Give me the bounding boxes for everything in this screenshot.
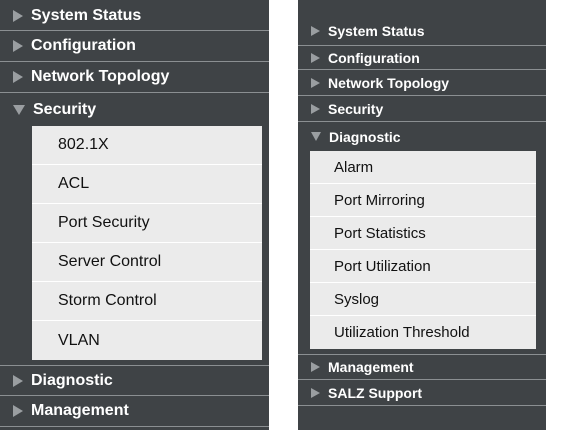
submenu-item-label: Storm Control [58,292,157,309]
nav-item-salz-support[interactable]: SALZ Support [298,380,546,406]
nav-item-system-status[interactable]: System Status [298,17,546,46]
triangle-right-icon [311,26,320,36]
nav-item-label: Network Topology [31,68,170,85]
triangle-right-icon [13,374,23,387]
nav-item-label: Diagnostic [329,128,401,145]
submenu-item-port-mirroring[interactable]: Port Mirroring [310,184,536,217]
submenu-item-utilization-threshold[interactable]: Utilization Threshold [310,316,536,349]
triangle-right-icon [311,387,320,398]
nav-item-configuration[interactable]: Configuration [298,46,546,70]
nav-item-security[interactable]: Security [298,96,546,122]
submenu-item-8021x[interactable]: 802.1X [32,126,262,165]
nav-item-label: Configuration [328,49,420,66]
submenu-item-alarm[interactable]: Alarm [310,151,536,184]
nav-item-label: Configuration [31,37,136,54]
submenu-item-label: Syslog [334,290,380,308]
nav-item-label: System Status [328,23,425,39]
security-submenu: 802.1X ACL Port Security Server Control … [32,126,262,360]
submenu-item-syslog[interactable]: Syslog [310,283,536,316]
submenu-item-storm-control[interactable]: Storm Control [32,282,262,321]
submenu-item-label: 802.1X [58,136,109,153]
nav-panel-security-expanded: System Status Configuration Network Topo… [0,0,269,430]
triangle-down-icon [311,132,321,141]
triangle-down-icon [13,104,25,115]
triangle-right-icon [13,71,23,83]
submenu-item-label: Port Security [58,214,150,231]
triangle-right-icon [311,362,320,372]
nav-item-label: SALZ Support [328,384,423,401]
nav-item-diagnostic[interactable]: Diagnostic [0,365,269,396]
nav-panel-diagnostic-expanded: System Status Configuration Network Topo… [298,0,546,430]
submenu-item-label: Port Utilization [334,257,431,275]
triangle-right-icon [13,10,23,22]
nav-item-label: Network Topology [328,74,450,91]
nav-item-management[interactable]: Management [0,396,269,427]
submenu-item-acl[interactable]: ACL [32,165,262,204]
nav-item-label: Diagnostic [31,371,113,389]
nav-item-label: Management [31,402,129,419]
submenu-item-label: Alarm [334,158,374,176]
submenu-item-server-control[interactable]: Server Control [32,243,262,282]
submenu-item-port-security[interactable]: Port Security [32,204,262,243]
submenu-item-label: ACL [58,175,90,192]
submenu-item-vlan[interactable]: VLAN [32,321,262,360]
submenu-item-port-statistics[interactable]: Port Statistics [310,217,536,250]
triangle-right-icon [311,77,320,88]
nav-item-network-topology[interactable]: Network Topology [298,70,546,96]
diagnostic-submenu: Alarm Port Mirroring Port Statistics Por… [310,151,536,349]
nav-item-management[interactable]: Management [298,354,546,380]
triangle-right-icon [311,52,320,63]
nav-item-system-status[interactable]: System Status [0,0,269,31]
nav-item-network-topology[interactable]: Network Topology [0,62,269,93]
submenu-item-label: VLAN [58,331,100,349]
nav-item-diagnostic[interactable]: Diagnostic [298,122,546,151]
triangle-right-icon [13,405,23,417]
submenu-item-label: Server Control [58,253,162,270]
nav-item-label: Security [33,100,97,118]
nav-item-label: Security [328,100,384,117]
submenu-item-port-utilization[interactable]: Port Utilization [310,250,536,283]
nav-item-label: Management [328,359,414,375]
nav-item-configuration[interactable]: Configuration [0,31,269,62]
nav-item-security[interactable]: Security [0,93,269,126]
submenu-item-label: Utilization Threshold [334,324,470,341]
submenu-item-label: Port Mirroring [334,191,425,209]
triangle-right-icon [13,40,23,52]
triangle-right-icon [311,103,320,114]
screenshot-root: System Status Configuration Network Topo… [0,0,574,430]
nav-item-label: System Status [31,7,142,24]
submenu-item-label: Port Statistics [334,224,426,242]
